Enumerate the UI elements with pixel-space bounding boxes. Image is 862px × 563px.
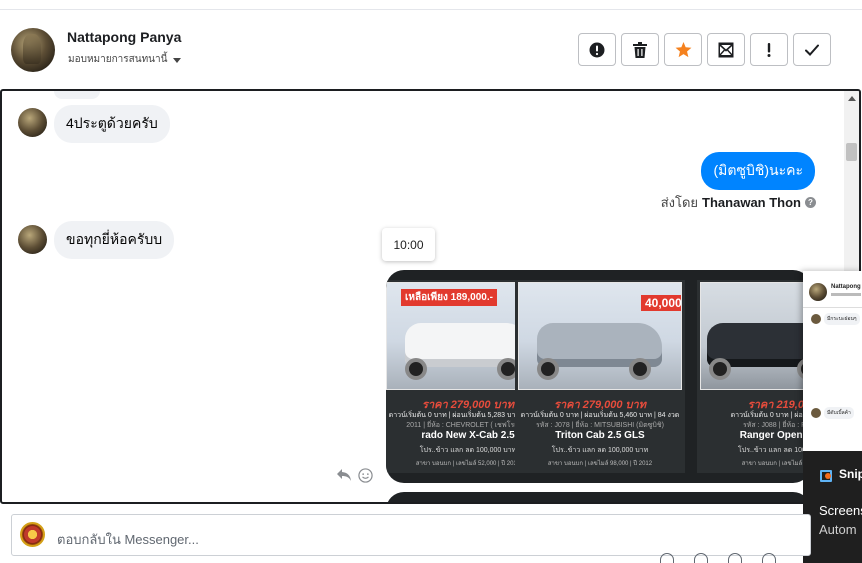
conversation-actions [578,33,831,66]
preview-msg-avatar [811,408,821,418]
snip-header: Snip [820,467,862,482]
preview-message: มีกระบะฝอนๆ [811,313,860,325]
emoji-icon[interactable] [358,468,373,483]
star-icon [675,41,691,57]
trash-icon [633,41,647,58]
contact-avatar-small[interactable] [18,225,47,254]
composer-toolbar [660,553,776,563]
conversation-header: Nattapong Panya มอบหมายการสนทนานี้ [0,10,862,89]
car-wheel [629,358,651,380]
car-wheel [709,358,731,380]
delete-button[interactable] [621,33,659,66]
photo-banner: เหลือเพียง 189,000.- [401,289,497,306]
question-mark-icon[interactable]: ? [805,197,816,208]
emoji-icon[interactable] [694,553,708,563]
contact-avatar[interactable] [11,28,55,72]
product-carousel[interactable]: เหลือเพียง 189,000.- ราคา 279,000 บาท ดา… [386,270,811,483]
assign-conversation-dropdown[interactable]: มอบหมายการสนทนานี้ [68,52,182,67]
incoming-message[interactable]: 4ประตูด้วยครับ [54,105,170,143]
attachment-icon[interactable] [660,553,674,563]
preview-subtitle [831,293,861,296]
preview-message: มีดับเบิ้ลค้า [811,407,854,419]
top-divider [0,0,862,10]
page-avatar [20,522,45,547]
sent-by-label: ส่งโดย Thanawan Thon ? [661,192,816,213]
reply-composer[interactable]: ตอบกลับใน Messenger... [11,514,811,563]
card-meta: สาขา บอนบก | เลขไมล์ 98,000 | ปี 2012 [547,461,653,467]
car-photo [700,282,811,390]
exclamation-icon [767,42,771,57]
checkmark-icon [805,44,819,56]
snipping-tool-icon [820,468,832,482]
sent-by-prefix: ส่งโดย [660,195,699,210]
scrollbar-thumb[interactable] [846,143,857,161]
preview-divider [803,307,862,308]
contact-name[interactable]: Nattapong Panya [67,29,181,45]
preview-contact-name: Nattapong [831,284,861,290]
card-promo: โปร..ข้าว แลก ลด 100,000 บาท [551,447,649,454]
snip-title: Screens [819,503,862,518]
product-card[interactable]: 40,000 ราคา 279,000 บาท ดาวน์เริ่มต้น 0 … [515,280,685,473]
preview-msg-avatar [811,314,821,324]
reply-icon[interactable] [336,468,352,482]
message-thread[interactable]: 4ประตูด้วยครับ (มิตซูบิชิ)นะคะ ส่งโดย Th… [0,89,861,504]
assign-label: มอบหมายการสนทนานี้ [68,54,168,65]
product-carousel-next[interactable] [386,492,811,502]
exclamation-circle-icon [589,42,605,57]
follow-up-button[interactable] [750,33,788,66]
card-model: Ranger Open Cab [739,430,811,441]
sticker-icon[interactable] [762,553,776,563]
card-promo: โปร..ข้าว แลก ลด 100,000 บ [738,447,811,454]
sent-by-name: Thanawan Thon [702,195,801,210]
car-photo: 40,000 [518,282,682,390]
contact-avatar-small[interactable] [18,108,47,137]
scroll-up-arrow-icon[interactable] [848,96,856,101]
image-icon[interactable] [728,553,742,563]
preview-avatar [809,283,827,301]
previous-message-bubble [54,91,100,99]
photo-banner: 40,000 [641,295,681,311]
inbox-app: Nattapong Panya มอบหมายการสนทนานี้ 4ประต… [0,0,862,563]
product-card[interactable]: ราคา 219,000 ดาวน์เริ่มต้น 0 บาท | ผ่อนเ… [697,280,811,473]
done-button[interactable] [793,33,831,66]
snip-notification[interactable]: Snip Screens Autom [803,451,862,563]
incoming-message[interactable]: ขอทุกยี่ห้อครับบ [54,221,175,259]
envelope-icon [718,42,734,57]
snip-preview-thumbnail[interactable]: Nattapong มีกระบะฝอนๆ มีดับเบิ้ลค้า [803,271,862,451]
preview-msg-text: มีกระบะฝอนๆ [824,313,860,325]
mark-unread-button[interactable] [707,33,745,66]
car-wheel [405,358,427,380]
snip-body: Autom [819,522,857,537]
reply-input-placeholder[interactable]: ตอบกลับใน Messenger... [57,529,199,550]
card-meta: สาขา บอนบก | เลขไมล์ 97,000 [741,461,811,467]
caret-down-icon [173,57,182,63]
car-wheel [537,358,559,380]
timestamp-tooltip: 10:00 [382,228,435,261]
outgoing-message[interactable]: (มิตซูบิชิ)นะคะ [701,152,815,190]
card-model: Triton Cab 2.5 GLS [555,430,645,441]
preview-msg-text: มีดับเบิ้ลค้า [824,407,854,419]
snip-app-name: Snip [839,467,862,481]
mark-spam-button[interactable] [578,33,616,66]
star-button[interactable] [664,33,702,66]
message-actions [336,468,373,483]
